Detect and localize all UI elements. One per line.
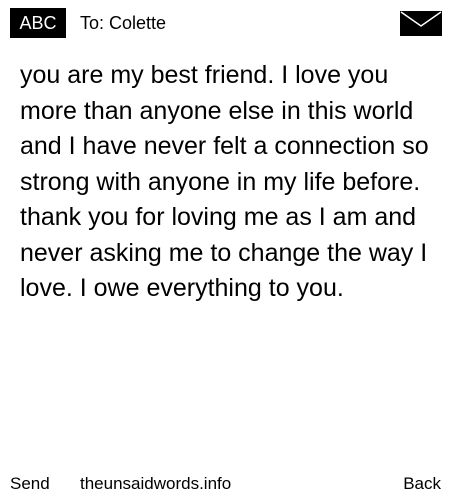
message-body[interactable]: you are my best friend. I love you more … (20, 58, 440, 307)
envelope-icon (400, 11, 442, 36)
send-button[interactable]: Send (10, 470, 50, 498)
site-watermark: theunsaidwords.info (80, 474, 232, 493)
back-button[interactable]: Back (403, 470, 441, 498)
input-mode-indicator[interactable]: ABC (10, 8, 66, 38)
message-header: ABC To: Colette (0, 0, 450, 44)
recipient-label: To: Colette (80, 13, 167, 33)
softkey-bar: Send theunsaidwords.info Back (0, 470, 450, 498)
